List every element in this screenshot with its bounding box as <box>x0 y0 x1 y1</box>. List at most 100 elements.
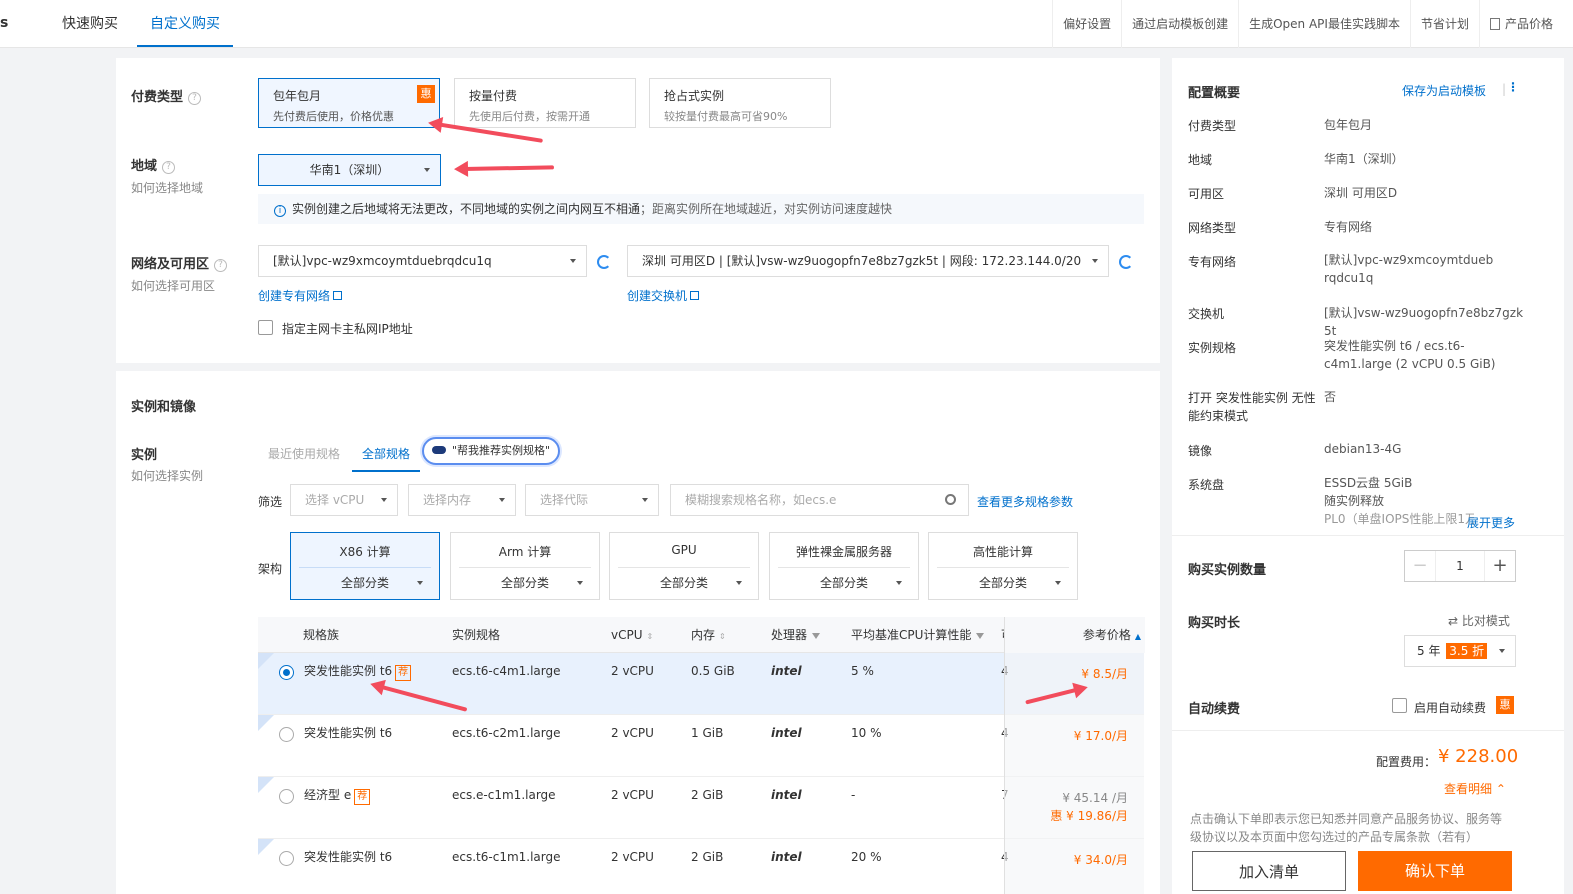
compare-mode-toggle[interactable]: ⇄ 比对模式 <box>1448 612 1510 629</box>
discount-badge: 惠 <box>1496 696 1514 714</box>
fee-detail-link[interactable]: 查看明细 ⌃ <box>1444 780 1506 797</box>
arch-label: 架构 <box>258 562 283 576</box>
summary-key: 交换机 <box>1188 307 1225 321</box>
recommend-spec-button[interactable]: "帮我推荐实例规格" <box>422 437 561 465</box>
region-label: 地域? <box>131 155 176 174</box>
quantity-value[interactable]: 1 <box>1435 551 1485 581</box>
instance-section-title: 实例和镜像 <box>131 400 197 415</box>
arch-category-select[interactable]: 全部分类 <box>937 567 1069 595</box>
save-template-link[interactable]: 保存为启动模板 <box>1402 82 1486 99</box>
create-vswitch-link[interactable]: 创建交换机 <box>627 287 700 304</box>
generation-filter-select[interactable]: 选择代际 <box>525 484 659 516</box>
private-ip-label: 指定主网卡主私网IP地址 <box>282 322 413 336</box>
arch-hpc[interactable]: 高性能计算 全部分类 <box>928 532 1078 600</box>
summary-value: [默认]vpc-wz9xmcoymtduebrqdcu1q <box>1324 253 1494 285</box>
row-cpu-perf: 20 % <box>851 850 882 864</box>
quantity-stepper[interactable]: − 1 + <box>1404 550 1516 582</box>
vcpu-filter-select[interactable]: 选择 vCPU <box>290 484 398 516</box>
vswitch-select[interactable]: 深圳 可用区D | [默认]vsw-wz9uogopfn7e8bz7gzk5t … <box>627 245 1109 277</box>
more-spec-params-link[interactable]: 查看更多规格参数 <box>977 493 1073 510</box>
payment-option-desc: 先使用后付费，按需开通 <box>469 110 590 123</box>
link-product-price-label: 产品价格 <box>1504 17 1553 31</box>
refresh-vpc-icon[interactable] <box>597 255 611 269</box>
link-product-price[interactable]: 产品价格 <box>1478 0 1563 48</box>
confirm-order-button[interactable]: 确认下单 <box>1358 851 1512 891</box>
expand-more-link[interactable]: 展开更多 <box>1467 514 1515 531</box>
top-links: 偏好设置 通过启动模板创建 生成Open API最佳实践脚本 节省计划 产品价格 <box>1052 0 1563 48</box>
summary-value: 华南1（深圳） <box>1324 152 1404 166</box>
link-preferences[interactable]: 偏好设置 <box>1052 0 1121 48</box>
arch-category-select[interactable]: 全部分类 <box>778 567 910 595</box>
tab-custom-buy[interactable]: 自定义购买 <box>137 0 233 47</box>
plus-icon[interactable]: + <box>1485 551 1515 581</box>
row-cpu-perf: 5 % <box>851 664 874 678</box>
help-icon[interactable]: ? <box>188 92 202 105</box>
arch-bare-metal[interactable]: 弹性裸金属服务器全部分类 <box>769 532 919 600</box>
arch-category-select[interactable]: 全部分类 <box>299 567 431 595</box>
chevron-up-icon: ⌃ <box>1495 782 1506 796</box>
region-help-link[interactable]: 如何选择地域 <box>131 179 203 196</box>
help-icon[interactable]: ? <box>214 259 228 272</box>
arch-category-select[interactable]: 全部分类 <box>459 567 591 595</box>
col-cpu-perf[interactable]: 平均基准CPU计算性能 <box>851 617 985 653</box>
spec-search-input[interactable]: 模糊搜索规格名称，如ecs.e <box>670 484 969 516</box>
payment-option-payg[interactable]: 按量付费 先使用后付费，按需开通 <box>454 78 636 128</box>
payment-option-spot[interactable]: 抢占式实例 较按量付费最高可省90% <box>649 78 831 128</box>
arch-name: 弹性裸金属服务器 <box>795 545 892 559</box>
instance-help-link[interactable]: 如何选择实例 <box>131 467 203 484</box>
link-openapi-script[interactable]: 生成Open API最佳实践脚本 <box>1238 0 1410 48</box>
arch-x86[interactable]: X86 计算 全部分类 <box>290 532 440 600</box>
duration-select[interactable]: 5 年 3.5 折 <box>1404 635 1516 667</box>
row-radio[interactable] <box>279 851 294 866</box>
top-bar: s 快速购买 自定义购买 偏好设置 通过启动模板创建 生成Open API最佳实… <box>0 0 1573 48</box>
summary-value: 深圳 可用区D <box>1324 186 1398 200</box>
tab-quick-buy[interactable]: 快速购买 <box>62 0 118 48</box>
recommend-tag: 荐 <box>354 789 371 805</box>
row-radio[interactable] <box>279 727 294 742</box>
chevron-down-icon <box>577 581 583 585</box>
more-vertical-icon[interactable]: ⋮ <box>1507 80 1519 94</box>
memory-filter-select[interactable]: 选择内存 <box>408 484 516 516</box>
region-select[interactable]: 华南1（深圳） <box>258 154 441 186</box>
row-vcpu: 2 vCPU <box>611 726 654 740</box>
summary-key: 地域 <box>1188 153 1213 167</box>
private-ip-checkbox[interactable] <box>258 320 273 335</box>
region-notice: i 实例创建之后地域将无法更改，不同地域的实例之间内网互不相通；距离实例所在地域越… <box>258 194 1144 224</box>
refresh-vswitch-icon[interactable] <box>1119 255 1133 269</box>
row-spec: ecs.e-c1m1.large <box>452 788 556 802</box>
col-memory[interactable]: 内存 ⇕ <box>691 617 726 653</box>
chevron-down-icon <box>642 498 648 502</box>
chevron-down-icon <box>1055 581 1061 585</box>
auto-renew-checkbox[interactable] <box>1392 698 1407 713</box>
row-radio[interactable] <box>279 665 294 680</box>
help-icon[interactable]: ? <box>162 161 176 174</box>
tab-recent-specs[interactable]: 最近使用规格 <box>268 445 340 462</box>
payment-option-subscription[interactable]: 包年包月 先付费后使用，价格优惠 惠 <box>258 78 440 128</box>
add-to-list-button[interactable]: 加入清单 <box>1192 851 1346 891</box>
row-corner-mark <box>258 653 274 669</box>
col-vcpu[interactable]: vCPU ⇕ <box>611 617 653 653</box>
col-price[interactable]: 参考价格 ▲ <box>1005 617 1145 653</box>
generation-filter-placeholder: 选择代际 <box>540 493 589 507</box>
arch-arm[interactable]: Arm 计算 全部分类 <box>450 532 600 600</box>
search-icon[interactable] <box>945 494 956 505</box>
minus-icon[interactable]: − <box>1405 551 1435 581</box>
row-vcpu: 2 vCPU <box>611 788 654 802</box>
arch-name: GPU <box>671 543 697 557</box>
create-vpc-link[interactable]: 创建专有网络 <box>258 287 343 304</box>
col-processor[interactable]: 处理器 <box>771 617 821 653</box>
arch-category-select[interactable]: 全部分类 <box>618 567 750 595</box>
row-radio[interactable] <box>279 789 294 804</box>
vpc-select[interactable]: [默认]vpc-wz9xmcoymtduebrqdcu1q <box>258 245 587 277</box>
filter-icon <box>976 633 985 639</box>
payment-option-title: 包年包月 <box>273 89 322 103</box>
sort-icon: ▲ <box>1134 632 1141 641</box>
summary-value: 突发性能实例 t6 / ecs.t6-c4m1.large (2 vCPU 0.… <box>1324 339 1496 371</box>
zone-help-link[interactable]: 如何选择可用区 <box>131 277 215 294</box>
link-create-from-template[interactable]: 通过启动模板创建 <box>1121 0 1238 48</box>
instance-label: 实例 <box>131 448 158 463</box>
col-family: 规格族 <box>303 628 340 642</box>
arch-gpu[interactable]: GPU 全部分类 <box>609 532 759 600</box>
link-savings-plan[interactable]: 节省计划 <box>1409 0 1479 48</box>
tab-all-specs[interactable]: 全部规格 <box>352 445 421 472</box>
